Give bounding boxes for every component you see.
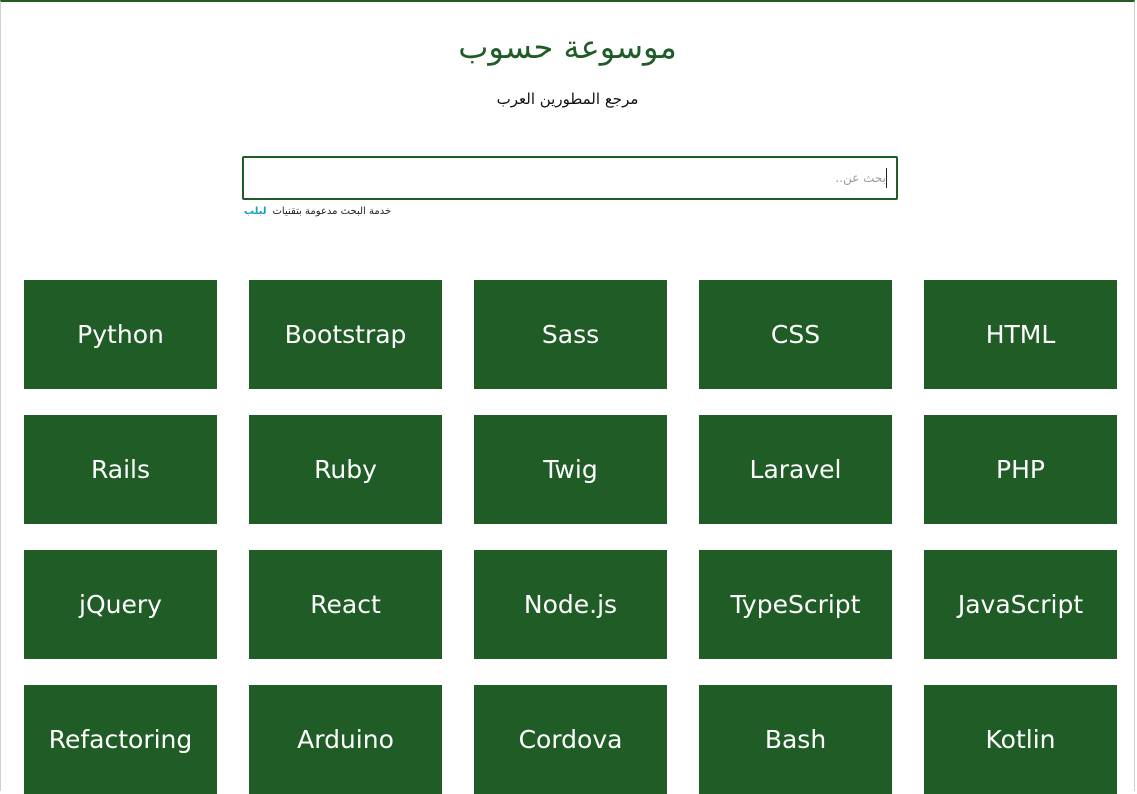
search-powered-by: لبلب خدمة البحث مدعومة بتقنيات bbox=[244, 206, 391, 217]
topic-tile-refactoring[interactable]: Refactoring bbox=[24, 685, 217, 794]
page-frame: موسوعة حسوب مرجع المطورين العرب لبلب خدم… bbox=[0, 0, 1135, 794]
site-title[interactable]: موسوعة حسوب bbox=[1, 28, 1134, 66]
topic-tile-php[interactable]: PHP bbox=[924, 415, 1117, 524]
topic-tile-arduino[interactable]: Arduino bbox=[249, 685, 442, 794]
topic-tile-javascript[interactable]: JavaScript bbox=[924, 550, 1117, 659]
topic-tile-bash[interactable]: Bash bbox=[699, 685, 892, 794]
topic-tile-css[interactable]: CSS bbox=[699, 280, 892, 389]
topic-tile-html[interactable]: HTML bbox=[924, 280, 1117, 389]
powered-by-label: خدمة البحث مدعومة بتقنيات bbox=[272, 206, 392, 217]
text-cursor bbox=[886, 168, 887, 188]
topic-tile-rails[interactable]: Rails bbox=[24, 415, 217, 524]
search-box[interactable] bbox=[242, 156, 898, 200]
lablab-logo-icon[interactable]: لبلب bbox=[244, 206, 267, 217]
topic-tile-kotlin[interactable]: Kotlin bbox=[924, 685, 1117, 794]
topic-tile-react[interactable]: React bbox=[249, 550, 442, 659]
topic-tile-ruby[interactable]: Ruby bbox=[249, 415, 442, 524]
topic-tile-nodejs[interactable]: Node.js bbox=[474, 550, 667, 659]
topic-tile-typescript[interactable]: TypeScript bbox=[699, 550, 892, 659]
topic-tile-sass[interactable]: Sass bbox=[474, 280, 667, 389]
topic-tile-cordova[interactable]: Cordova bbox=[474, 685, 667, 794]
site-subtitle: مرجع المطورين العرب bbox=[496, 90, 639, 108]
topic-tile-twig[interactable]: Twig bbox=[474, 415, 667, 524]
topic-tile-python[interactable]: Python bbox=[24, 280, 217, 389]
topic-tile-bootstrap[interactable]: Bootstrap bbox=[249, 280, 442, 389]
topics-grid: HTML CSS Sass Bootstrap Python PHP Larav… bbox=[23, 280, 1117, 794]
search-input[interactable] bbox=[244, 158, 896, 198]
topic-tile-jquery[interactable]: jQuery bbox=[24, 550, 217, 659]
topic-tile-laravel[interactable]: Laravel bbox=[699, 415, 892, 524]
